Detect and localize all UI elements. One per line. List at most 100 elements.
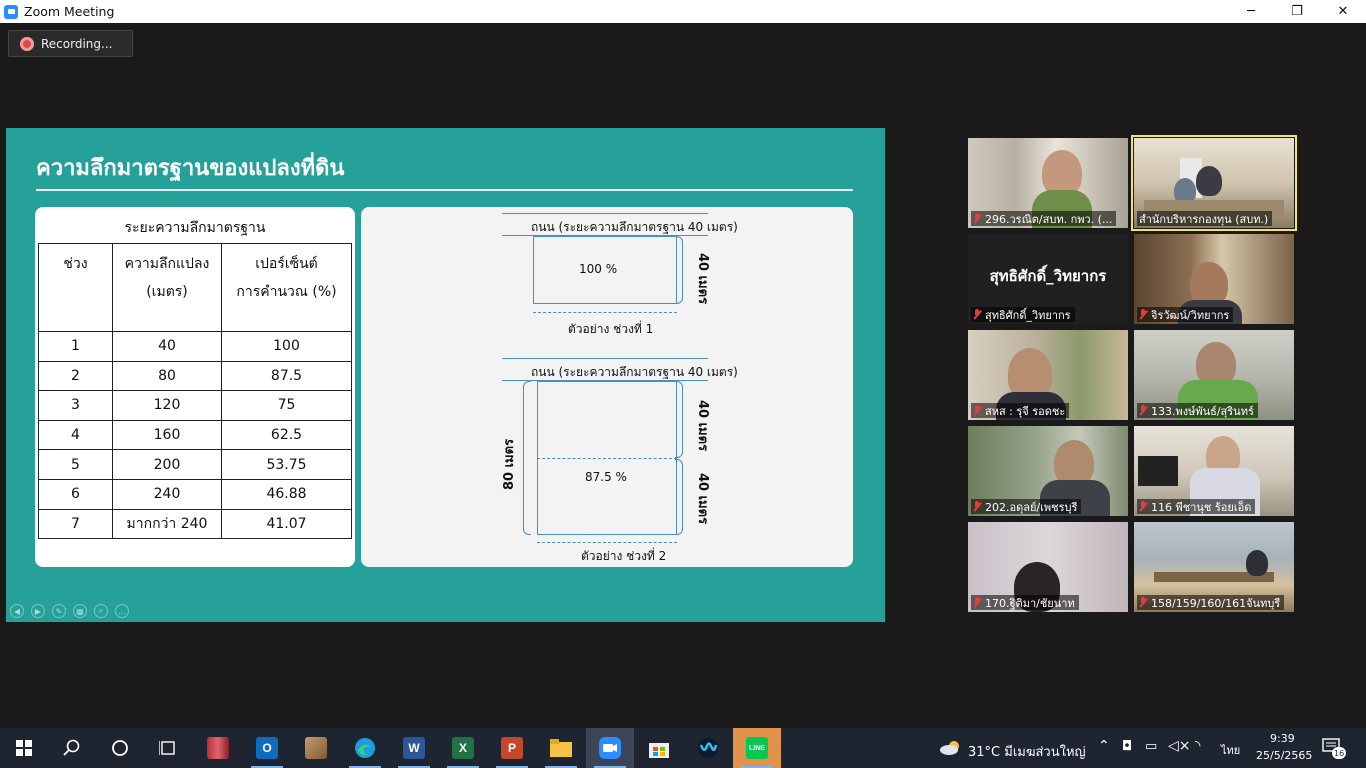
- cell-range: 7: [38, 508, 113, 540]
- winrar-taskbar-button[interactable]: [194, 728, 242, 768]
- clock-time[interactable]: 9:39: [1270, 732, 1295, 745]
- winrar-icon: [207, 737, 229, 759]
- depth-table-card: ระยะความลึกมาตรฐาน ช่วง ความลึกแปลง (เมต…: [35, 207, 355, 567]
- meet-now-icon[interactable]: ◘: [1122, 739, 1132, 754]
- cell-percent: 41.07: [221, 508, 352, 540]
- outlook-icon: O: [256, 737, 278, 759]
- edge-icon: [355, 738, 375, 758]
- weather-icon[interactable]: [940, 740, 962, 760]
- muted-mic-icon: [973, 501, 981, 512]
- search-icon: [63, 739, 80, 756]
- word-taskbar-button[interactable]: W: [390, 728, 438, 768]
- participant-tile[interactable]: สุทธิศักดิ์_วิทยากร สุทธิศักดิ์_วิทยากร: [968, 234, 1128, 324]
- muted-mic-icon: [1139, 309, 1147, 320]
- muted-mic-icon: [973, 597, 981, 608]
- header-depth: ความลึกแปลง (เมตร): [112, 243, 222, 332]
- store-taskbar-button[interactable]: [635, 728, 683, 768]
- next-slide-icon[interactable]: ▶: [31, 604, 45, 618]
- dashed-mid-line: [537, 458, 677, 459]
- store-icon: [649, 743, 669, 758]
- cell-depth: 120: [112, 390, 222, 421]
- participant-tile[interactable]: สหส : รุจี รอดชะ: [968, 330, 1128, 420]
- outlook-taskbar-button[interactable]: O: [243, 728, 291, 768]
- notification-center-button[interactable]: 16: [1322, 738, 1347, 759]
- cortana-button[interactable]: [96, 728, 144, 768]
- restore-button[interactable]: ❐: [1274, 0, 1320, 23]
- close-button[interactable]: ✕: [1320, 0, 1366, 23]
- participant-tile[interactable]: จิรวัฒน์/วิทยากร: [1134, 234, 1294, 324]
- pen-icon[interactable]: ✎: [52, 604, 66, 618]
- table-row: 7 มากกว่า 240 41.07: [38, 508, 352, 540]
- more-icon[interactable]: …: [115, 604, 129, 618]
- zoom-icon[interactable]: ⌕: [94, 604, 108, 618]
- participant-tile[interactable]: 158/159/160/161จันทบุรี: [1134, 522, 1294, 612]
- box2-percent: 87.5 %: [585, 470, 627, 484]
- search-button[interactable]: [48, 728, 96, 768]
- muted-mic-icon: [973, 405, 981, 416]
- road-line-1: [502, 213, 708, 214]
- powerpoint-taskbar-button[interactable]: P: [488, 728, 536, 768]
- slide-controls: ◀ ▶ ✎ ▦ ⌕ …: [10, 604, 129, 618]
- participant-tile[interactable]: 202.อดุลย์/เพชรบุรี: [968, 426, 1128, 516]
- prev-slide-icon[interactable]: ◀: [10, 604, 24, 618]
- participant-name: จิรวัฒน์/วิทยากร: [1151, 308, 1230, 322]
- line-taskbar-button[interactable]: LINE: [733, 728, 781, 768]
- table-row: 5 200 53.75: [38, 449, 352, 480]
- participant-tile[interactable]: 133.พงษ์พันธ์/สุรินทร์: [1134, 330, 1294, 420]
- clock-date[interactable]: 25/5/2565: [1256, 749, 1312, 762]
- participant-tile[interactable]: 116 พีชานุช ร้อยเอ็ด: [1134, 426, 1294, 516]
- volume-icon[interactable]: ◁×: [1168, 738, 1191, 754]
- zoom-app-icon: [4, 4, 18, 19]
- webex-icon: [698, 738, 718, 758]
- cell-depth: 240: [112, 478, 222, 510]
- zoom-taskbar-button[interactable]: [586, 728, 634, 768]
- line-icon: LINE: [746, 737, 768, 759]
- brace-2a: [675, 381, 683, 458]
- meeting-stage: Recording... ความลึกมาตรฐานของแปลงที่ดิน…: [0, 23, 1366, 728]
- edge-taskbar-button[interactable]: [341, 728, 389, 768]
- depth-label-40-c: 40 เมตร: [695, 473, 710, 525]
- battery-icon[interactable]: ▭: [1145, 739, 1157, 754]
- windows-taskbar: O W X P LINE 31°C มีเมฆส่วนใหญ่ ⌃ ◘ ▭ ◁×…: [0, 728, 1366, 768]
- participant-name: 202.อดุลย์/เพชรบุรี: [985, 500, 1078, 514]
- cell-depth: 160: [112, 419, 222, 451]
- powerpoint-icon: P: [501, 737, 523, 759]
- weather-text[interactable]: 31°C มีเมฆส่วนใหญ่: [968, 741, 1086, 762]
- participant-name: 170.ฐิติมา/ชัยนาท: [985, 596, 1075, 610]
- cell-range: 6: [38, 478, 113, 510]
- webex-taskbar-button[interactable]: [684, 728, 732, 768]
- network-icon[interactable]: ◝: [1195, 738, 1200, 754]
- table-row: 6 240 46.88: [38, 478, 352, 510]
- slides-icon[interactable]: ▦: [73, 604, 87, 618]
- brace-1: [675, 236, 683, 304]
- participant-tile[interactable]: 296.วรณิต/สบท. กพว. (...: [968, 138, 1128, 228]
- participant-name: 116 พีชานุช ร้อยเอ็ด: [1151, 500, 1252, 514]
- cell-percent: 100: [221, 331, 352, 362]
- cell-percent: 87.5: [221, 360, 352, 392]
- task-view-button[interactable]: [144, 728, 192, 768]
- header-percent: เปอร์เซ็นต์ การคำนวณ (%): [221, 243, 352, 332]
- brace-2b: [675, 459, 683, 535]
- example-2-caption: ตัวอย่าง ช่วงที่ 2: [581, 549, 667, 563]
- file-explorer-taskbar-button[interactable]: [537, 728, 585, 768]
- shared-screen-slide: ความลึกมาตรฐานของแปลงที่ดิน ระยะความลึกม…: [6, 128, 885, 622]
- start-button[interactable]: [0, 728, 48, 768]
- participant-tile[interactable]: 170.ฐิติมา/ชัยนาท: [968, 522, 1128, 612]
- recording-indicator[interactable]: Recording...: [8, 30, 133, 57]
- excel-icon: X: [452, 737, 474, 759]
- paint-tool-taskbar-button[interactable]: [292, 728, 340, 768]
- road-line-2: [502, 358, 708, 359]
- folder-icon: [550, 739, 572, 757]
- header-range: ช่วง: [38, 243, 113, 332]
- table-row: 4 160 62.5: [38, 419, 352, 451]
- cell-range: 2: [38, 360, 113, 392]
- depth-table: ช่วง ความลึกแปลง (เมตร) เปอร์เซ็นต์ การค…: [38, 243, 352, 540]
- cell-percent: 53.75: [221, 449, 352, 480]
- input-language[interactable]: ไทย: [1221, 741, 1240, 759]
- participant-tile-active-speaker[interactable]: สำนักบริหารกองทุน (สบท.): [1131, 135, 1297, 231]
- excel-taskbar-button[interactable]: X: [439, 728, 487, 768]
- tray-chevron-icon[interactable]: ⌃: [1098, 738, 1110, 754]
- table-row: 3 120 75: [38, 390, 352, 421]
- participant-name: สำนักบริหารกองทุน (สบท.): [1139, 212, 1269, 226]
- minimize-button[interactable]: ─: [1228, 0, 1274, 23]
